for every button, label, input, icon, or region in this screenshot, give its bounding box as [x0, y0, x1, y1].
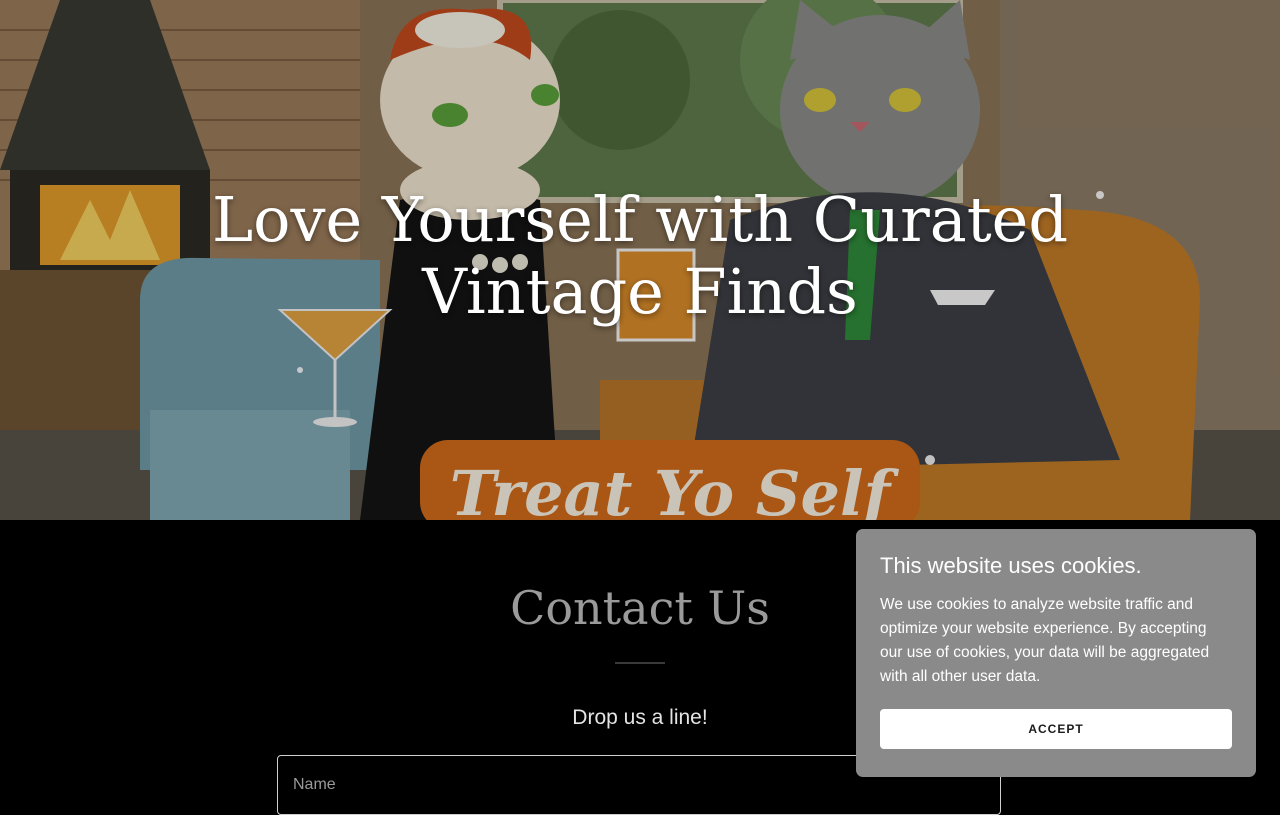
- hero-title-line1: Love Yourself with Curated: [211, 183, 1069, 256]
- hero-title: Love Yourself with Curated Vintage Finds: [0, 184, 1280, 328]
- contact-divider: [615, 662, 665, 664]
- cookie-banner-title: This website uses cookies.: [880, 553, 1142, 578]
- hero-section: Treat Yo Self Love Yourself with Curated…: [0, 0, 1280, 520]
- hero-title-line2: Vintage Finds: [422, 255, 858, 328]
- cookie-banner-text: We use cookies to analyze website traffi…: [880, 596, 1210, 685]
- cookie-banner: This website uses cookies. We use cookie…: [856, 529, 1256, 777]
- accept-cookies-button[interactable]: ACCEPT: [880, 709, 1232, 749]
